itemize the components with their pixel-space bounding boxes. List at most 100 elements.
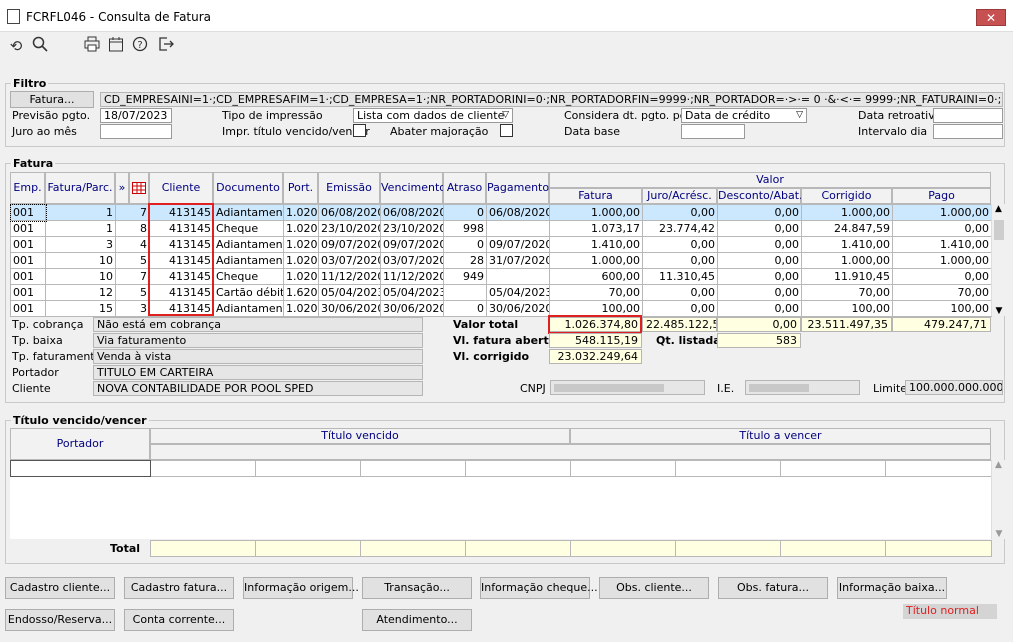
titulo-grid-empty [10,477,991,539]
ie-label: I.E. [717,382,735,395]
portador-value: TITULO EM CARTEIRA [93,365,423,380]
previsao-input[interactable]: 18/07/2023 [100,108,172,123]
intervalo-dia-input[interactable] [933,124,1003,139]
informacao-cheque-button[interactable]: Informação cheque... [480,577,598,599]
valor-total-pago: 479.247,71 [892,317,991,332]
cell-parc: 7 [115,204,150,221]
impr-titulo-checkbox[interactable] [353,124,366,137]
cell-port: 1.020 [283,236,319,253]
previsao-label: Previsão pgto. [12,109,91,122]
col-pago[interactable]: Pago [892,188,991,204]
cell-pago: 1.000,00 [892,252,992,269]
qt-listada-label: Qt. listada [656,334,721,347]
col-valor-fatura[interactable]: Fatura [549,188,642,204]
col-emp[interactable]: Emp. [10,172,45,204]
limite-label: Limite [873,382,908,395]
col-valor-group: Valor [549,172,991,188]
col-corrigido[interactable]: Corrigido [801,188,892,204]
cell-desconto: 0,00 [717,268,802,285]
total-label: Total [110,542,141,555]
cell-port: 1.620 [283,284,319,301]
cell-desconto: 0,00 [717,204,802,221]
endosso-reserva-button[interactable]: Endosso/Reserva... [5,609,115,631]
scroll-down-icon[interactable]: ▼ [992,306,1006,316]
cadastro-cliente-button[interactable]: Cadastro cliente... [5,577,115,599]
cell-emissao: 23/10/2020 [318,220,381,237]
cell-desconto: 0,00 [717,284,802,301]
col-atraso[interactable]: Atraso [443,172,486,204]
tipo-impressao-label: Tipo de impressão [222,109,323,122]
cnpj-label: CNPJ [520,382,546,395]
data-retroativa-input[interactable] [933,108,1003,123]
scroll-down-icon[interactable]: ▼ [992,529,1006,539]
exit-icon[interactable] [156,36,176,56]
undo-icon[interactable]: ⟲ [6,36,26,56]
cell-juro: 0,00 [642,284,718,301]
fatura-button[interactable]: Fatura... [10,91,94,108]
cell-atraso: 0 [443,300,487,317]
cell-fatura: 1 [45,204,116,221]
qt-listada-value: 583 [717,333,801,348]
col-expand[interactable]: » [115,172,129,204]
cell-parc: 8 [115,220,150,237]
data-base-label: Data base [564,125,620,138]
close-button[interactable]: ✕ [976,9,1006,26]
col-documento[interactable]: Documento [213,172,283,204]
cell-documento: Cartão débito [213,284,284,301]
col-vencimento[interactable]: Vencimento [380,172,446,204]
cell-atraso: 28 [443,252,487,269]
considera-value: Data de crédito [685,109,771,122]
col-emissao[interactable]: Emissão [318,172,380,204]
col-juro[interactable]: Juro/Acrésc. [642,188,717,204]
col-cliente[interactable]: Cliente [149,172,213,204]
cell-emissao: 30/06/2020 [318,300,381,317]
print-icon[interactable] [82,36,102,56]
col-fatura-parc[interactable]: Fatura/Parc. [45,172,115,204]
juro-input[interactable] [100,124,172,139]
tipo-impressao-select[interactable]: Lista com dados de cliente ▽ [353,108,513,123]
cell-pago: 100,00 [892,300,992,317]
titulo-row[interactable] [10,460,992,477]
cell-vencimento: 09/07/2020 [380,236,444,253]
obs-fatura-button[interactable]: Obs. fatura... [718,577,828,599]
cell-emissao: 11/12/2020 [318,268,381,285]
col-desconto[interactable]: Desconto/Abat. [717,188,803,204]
conta-corrente-button[interactable]: Conta corrente... [124,609,234,631]
col-port[interactable]: Port. [283,172,318,204]
informacao-origem-button[interactable]: Informação origem... [243,577,359,599]
cell-juro: 0,00 [642,204,718,221]
intervalo-dia-label: Intervalo dia [858,125,928,138]
help-icon[interactable]: ? [130,36,150,56]
vl-corrigido-label: Vl. corrigido [453,350,530,363]
title-bar: FCRFL046 - Consulta de Fatura ✕ [0,0,1013,32]
grid-icon[interactable] [129,172,149,204]
window-title: FCRFL046 - Consulta de Fatura [26,10,212,24]
abater-checkbox[interactable] [500,124,513,137]
informacao-baixa-button[interactable]: Informação baixa... [837,577,947,599]
considera-select[interactable]: Data de crédito ▽ [681,108,807,123]
svg-text:?: ? [137,40,142,51]
scroll-up-icon[interactable]: ▲ [992,460,1005,470]
cell-corrigido: 70,00 [801,284,893,301]
cadastro-fatura-button[interactable]: Cadastro fatura... [124,577,234,599]
transacao-button[interactable]: Transação... [362,577,472,599]
col-pagamento[interactable]: Pagamento [486,172,549,204]
scroll-thumb[interactable] [994,220,1004,240]
titulo-normal-status: Título normal [903,604,997,619]
cell-emissao: 06/08/2020 [318,204,381,221]
col-titulo-portador[interactable]: Portador [10,428,150,460]
cell-corrigido: 1.000,00 [801,204,893,221]
calendar-icon[interactable] [106,36,126,56]
data-base-input[interactable] [681,124,745,139]
obs-cliente-button[interactable]: Obs. cliente... [599,577,709,599]
cell-fatura: 10 [45,252,116,269]
titulo-scrollbar[interactable]: ▲ ▼ [991,460,1005,539]
search-icon[interactable] [30,36,50,56]
tp-cobranca-value: Não está em cobrança [93,317,423,332]
cell-documento: Adiantamento [213,252,284,269]
grid-scrollbar[interactable]: ▲ ▼ [991,204,1005,316]
scroll-up-icon[interactable]: ▲ [992,204,1005,214]
cell-vencimento: 03/07/2020 [380,252,444,269]
cell-valor-fatura: 1.410,00 [549,236,643,253]
atendimento-button[interactable]: Atendimento... [362,609,472,631]
